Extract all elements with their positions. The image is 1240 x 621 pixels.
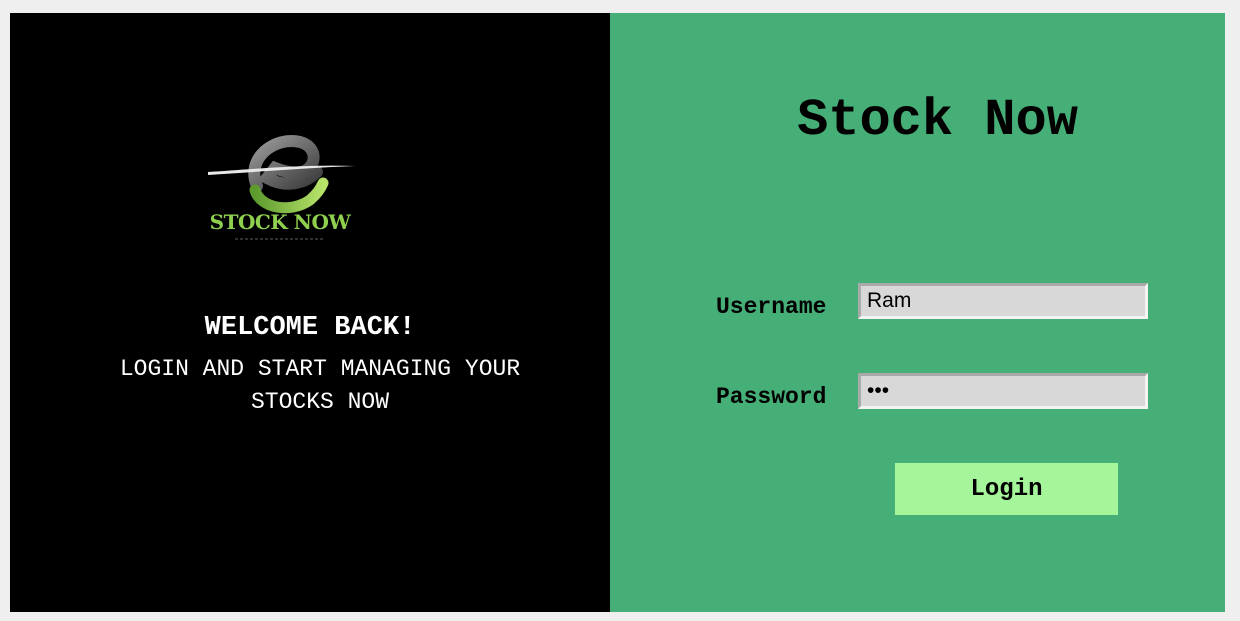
password-input[interactable] (858, 373, 1148, 409)
login-button[interactable]: Login (895, 463, 1118, 515)
stock-now-logo: STOCK NOW (205, 128, 355, 248)
logo-text: STOCK NOW (209, 210, 351, 234)
username-input[interactable] (858, 283, 1148, 319)
login-panel: Stock Now Username Password Login (610, 13, 1225, 612)
app-title: Stock Now (797, 91, 1078, 150)
welcome-panel: STOCK NOW WELCOME BACK! LOGIN AND START … (10, 13, 610, 612)
password-label: Password (716, 384, 827, 410)
logo-icon (208, 135, 355, 214)
welcome-title: WELCOME BACK! (204, 313, 416, 343)
logo-tagline (235, 238, 325, 240)
welcome-subtitle: LOGIN AND START MANAGING YOUR STOCKS NOW (119, 356, 521, 415)
login-window: STOCK NOW WELCOME BACK! LOGIN AND START … (10, 13, 1225, 612)
username-label: Username (716, 294, 827, 320)
